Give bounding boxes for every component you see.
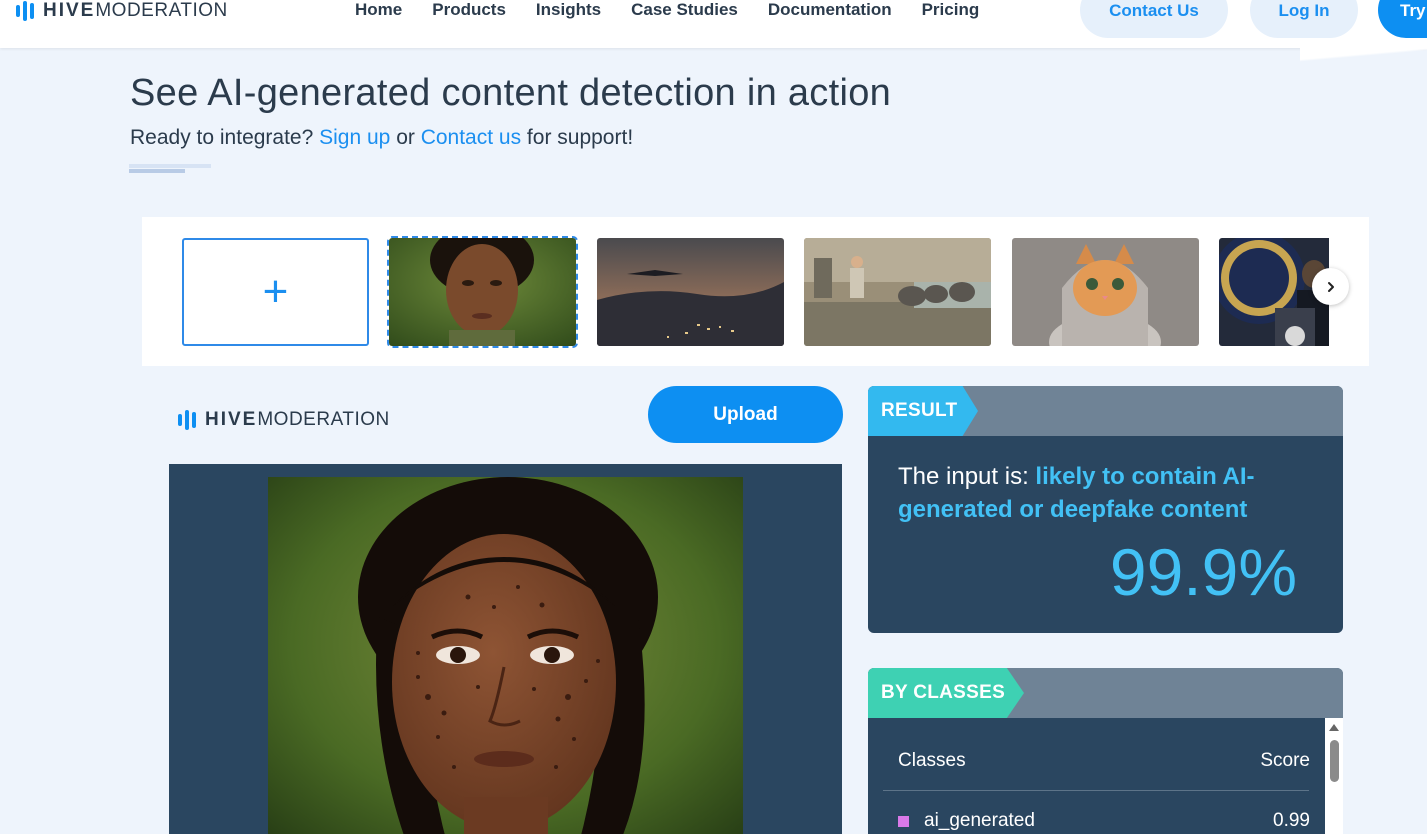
class-color-swatch [898, 815, 909, 827]
class-name: ai_generated [924, 810, 1035, 831]
classes-scrollbar[interactable] [1325, 718, 1343, 834]
result-statement: The input is: likely to contain AI-gener… [898, 460, 1318, 526]
demo-brand-light: MODERATION [257, 409, 390, 430]
contact-us-link[interactable]: Contact us [421, 126, 521, 149]
sample-thumbnail-portrait[interactable] [387, 236, 578, 348]
chevron-right-icon [1327, 281, 1334, 292]
classes-card: BY CLASSES Classes Score ai_generated 0.… [868, 668, 1343, 834]
portrait-thumbnail-image [389, 238, 576, 346]
subtitle-suffix: for support! [521, 126, 634, 149]
sample-thumbnail-cat[interactable] [1012, 238, 1199, 346]
cat-thumbnail-image [1012, 238, 1199, 346]
aircraft-thumbnail-image [597, 238, 784, 346]
add-image-button[interactable]: + [182, 238, 369, 346]
title-underline [129, 164, 211, 168]
uploaded-image [268, 477, 743, 834]
demo-logo: HIVEMODERATION [178, 409, 390, 431]
sample-thumbnail-aircraft[interactable] [597, 238, 784, 346]
classes-table-header: Classes Score [898, 750, 1310, 772]
brand-light: MODERATION [95, 0, 228, 21]
hive-logo[interactable]: HIVEMODERATION [16, 0, 228, 23]
table-row: ai_generated 0.99 [898, 810, 1310, 832]
decorative-strip [1300, 40, 1427, 72]
class-name-cell: ai_generated [898, 810, 1035, 832]
result-prefix: The input is: [898, 463, 1036, 490]
sample-carousel: + [142, 217, 1369, 366]
demo-brand-bold: HIVE [205, 409, 258, 430]
class-score: 0.99 [1273, 810, 1310, 831]
scroll-up-arrow-icon[interactable] [1329, 724, 1339, 731]
subtitle-or: or [390, 126, 421, 149]
scroll-thumb[interactable] [1330, 740, 1339, 782]
sample-thumbnail-elephants[interactable] [804, 238, 991, 346]
brand-bold: HIVE [43, 0, 96, 21]
result-card: RESULT The input is: likely to contain A… [868, 386, 1343, 633]
portrait-preview-image [268, 477, 743, 834]
log-in-button[interactable]: Log In [1250, 0, 1358, 38]
subtitle-prefix: Ready to integrate? [130, 126, 320, 149]
brand-wordmark: HIVEMODERATION [43, 0, 228, 22]
try-button[interactable]: Try [1378, 0, 1427, 38]
nav-case-studies[interactable]: Case Studies [631, 0, 738, 20]
contact-us-button[interactable]: Contact Us [1080, 0, 1228, 38]
classes-tag: BY CLASSES [868, 668, 1024, 718]
score-column-header: Score [1260, 750, 1310, 771]
nav-products[interactable]: Products [432, 0, 506, 20]
table-divider [883, 790, 1309, 791]
carousel-next-button[interactable] [1312, 268, 1349, 305]
result-tag: RESULT [868, 386, 978, 436]
result-card-header: RESULT [868, 386, 1343, 436]
main-nav: Home Products Insights Case Studies Docu… [355, 0, 979, 20]
page-title: See AI-generated content detection in ac… [130, 72, 892, 114]
plus-icon: + [262, 267, 289, 316]
title-underline-accent [129, 169, 185, 173]
nav-documentation[interactable]: Documentation [768, 0, 892, 20]
image-preview-panel [169, 464, 842, 834]
classes-card-header: BY CLASSES [868, 668, 1343, 718]
classes-column-header: Classes [898, 750, 966, 771]
elephants-thumbnail-image [804, 238, 991, 346]
top-navigation: HIVEMODERATION Home Products Insights Ca… [0, 0, 1427, 48]
page-subtitle: Ready to integrate? Sign up or Contact u… [130, 126, 633, 150]
demo-brand-wordmark: HIVEMODERATION [205, 409, 390, 431]
sign-up-link[interactable]: Sign up [319, 126, 390, 149]
result-percentage: 99.9% [1109, 535, 1297, 609]
nav-pricing[interactable]: Pricing [922, 0, 980, 20]
hive-bars-icon [16, 1, 34, 21]
nav-home[interactable]: Home [355, 0, 402, 20]
hive-bars-icon [178, 410, 196, 430]
nav-insights[interactable]: Insights [536, 0, 601, 20]
upload-button[interactable]: Upload [648, 386, 843, 443]
